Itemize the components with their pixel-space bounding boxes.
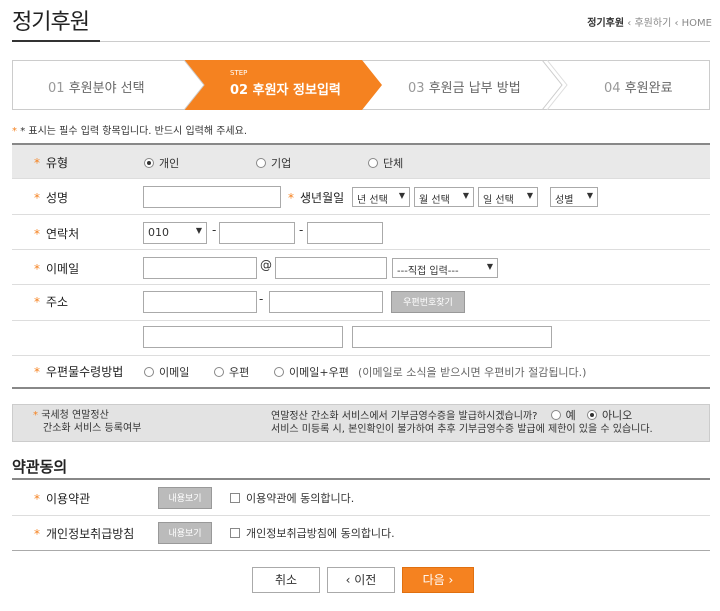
breadcrumb: 정기후원 ‹ 후원하기 ‹ HOME [587, 14, 712, 29]
breadcrumb-donate-link[interactable]: 후원하기 [634, 18, 671, 29]
phone-dash: - [212, 223, 217, 237]
tax-radio-yes[interactable]: 예 [550, 409, 576, 422]
email-domain-input[interactable] [275, 257, 387, 279]
name-label: * 성명 [34, 191, 69, 205]
address-line2-input[interactable] [352, 326, 552, 348]
terms-agree-checkbox[interactable]: 이용약관에 동의합니다. [230, 490, 354, 506]
privacy-agree-checkbox[interactable]: 개인정보취급방침에 동의합니다. [230, 525, 395, 541]
phone-mid-input[interactable] [219, 222, 295, 244]
phone-dash: - [299, 223, 304, 237]
mail-radio-both[interactable]: 이메일+우편 [274, 364, 349, 380]
mail-method-row: * 우편물수령방법 이메일 우편 이메일+우편 (이메일로 소식을 받으시면 우편… [12, 356, 710, 389]
phone-prefix-select[interactable]: 010 ▼ [143, 222, 207, 244]
breadcrumb-separator-icon: ‹ [627, 18, 632, 29]
zip-first-input[interactable] [143, 291, 257, 313]
type-radio-group[interactable]: 단체 [368, 155, 403, 171]
birth-label: * 생년월일 [288, 191, 345, 205]
email-id-input[interactable] [143, 257, 257, 279]
name-row: * 성명 * 생년월일 년 선택 ▼ 월 선택 ▼ 일 선택 ▼ 성별 ▼ [12, 179, 710, 215]
address-label: * 주소 [34, 295, 69, 309]
step-tag: STEP [230, 69, 248, 77]
terms-title: 약관동의 [12, 458, 68, 476]
bottom-rule [12, 550, 710, 551]
type-label: * 유형 [34, 156, 69, 170]
terms-row-2: * 개인정보취급방침 내용보기 개인정보취급방침에 동의합니다. [12, 516, 710, 550]
birth-year-select[interactable]: 년 선택 ▼ [352, 187, 410, 207]
phone-last-input[interactable] [307, 222, 383, 244]
mail-method-note: (이메일로 소식을 받으시면 우편비가 절감됩니다.) [358, 366, 587, 379]
title-underline [12, 40, 100, 42]
type-row: * 유형 개인 기업 단체 [12, 145, 710, 179]
step-2-active: 02 후원자 정보입력 [230, 83, 341, 98]
mail-radio-email[interactable]: 이메일 [144, 364, 189, 380]
address-row-1: * 주소 - 우편번호찾기 [12, 285, 710, 321]
zip-second-input[interactable] [269, 291, 383, 313]
page-title: 정기후원 [12, 10, 90, 35]
type-radio-company[interactable]: 기업 [256, 155, 291, 171]
birth-day-select[interactable]: 일 선택 ▼ [478, 187, 538, 207]
step-1: 01 후원분야 선택 [48, 81, 145, 96]
terms-row-1: * 이용약관 내용보기 이용약관에 동의합니다. [12, 480, 710, 516]
type-radio-individual[interactable]: 개인 [144, 155, 179, 171]
breadcrumb-current: 정기후원 [587, 18, 625, 29]
email-domain-select[interactable]: ---직접 입력--- ▼ [392, 258, 498, 278]
privacy-label: * 개인정보취급방침 [34, 527, 135, 541]
email-at-sign: @ [260, 258, 272, 272]
email-label: * 이메일 [34, 262, 80, 276]
step-3: 03 후원금 납부 방법 [408, 81, 521, 96]
gender-select[interactable]: 성별 ▼ [550, 187, 598, 207]
tax-question: 연말정산 간소화 서비스에서 기부금영수증을 발급하시겠습니까? 예 아니오 서… [271, 409, 653, 435]
step-progress: 01 후원분야 선택 STEP 02 후원자 정보입력 03 후원금 납부 방법… [12, 60, 710, 110]
privacy-view-button[interactable]: 내용보기 [158, 522, 212, 544]
terms-label: * 이용약관 [34, 492, 91, 506]
tax-radio-no[interactable]: 아니오 [586, 409, 632, 422]
terms-view-button[interactable]: 내용보기 [158, 487, 212, 509]
zip-dash: - [259, 292, 264, 306]
address-line1-input[interactable] [143, 326, 343, 348]
address-row-2 [12, 321, 710, 356]
required-notice-text: * 표시는 필수 입력 항목입니다. 반드시 입력해 주세요. [20, 126, 247, 137]
name-input[interactable] [143, 186, 281, 208]
zip-search-button[interactable]: 우편번호찾기 [391, 291, 465, 313]
birth-month-select[interactable]: 월 선택 ▼ [414, 187, 474, 207]
tax-service-box: * 국세청 연말정산 간소화 서비스 등록여부 연말정산 간소화 서비스에서 기… [12, 404, 710, 442]
next-button[interactable]: 다음 › [402, 567, 474, 593]
required-notice: * * 표시는 필수 입력 항목입니다. 반드시 입력해 주세요. [12, 122, 247, 137]
tax-warning: 서비스 미등록 시, 본인확인이 불가하여 추후 기부금영수증 발급에 제한이 … [271, 424, 653, 435]
required-star-icon: * [12, 126, 17, 137]
mail-method-label: * 우편물수령방법 [34, 365, 124, 379]
breadcrumb-separator-icon: ‹ [674, 18, 679, 29]
header-rule [12, 41, 710, 42]
step-4: 04 후원완료 [604, 81, 673, 96]
prev-button[interactable]: ‹ 이전 [327, 567, 395, 593]
phone-label: * 연락처 [34, 227, 80, 241]
mail-radio-post[interactable]: 우편 [214, 364, 249, 380]
breadcrumb-home-link[interactable]: HOME [682, 18, 712, 29]
phone-row: * 연락처 010 ▼ - - [12, 215, 710, 250]
cancel-button[interactable]: 취소 [252, 567, 320, 593]
email-row: * 이메일 @ ---직접 입력--- ▼ [12, 250, 710, 285]
tax-label: * 국세청 연말정산 간소화 서비스 등록여부 [33, 410, 142, 434]
